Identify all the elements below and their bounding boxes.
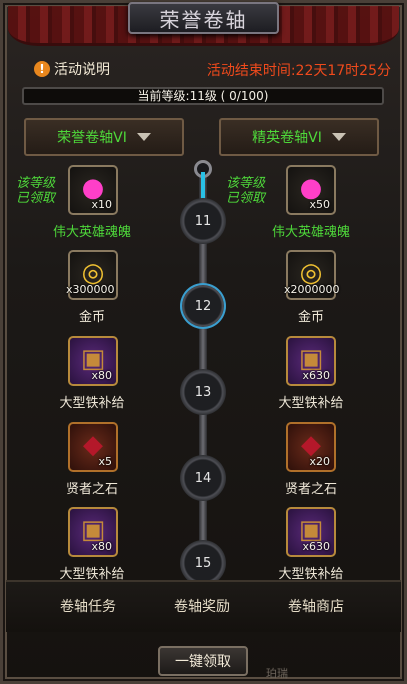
claimed-label: 该等级 已领取 — [16, 176, 56, 206]
reward-quantity: x300000 — [66, 283, 115, 296]
reward-slot[interactable]: ◆ x5 — [68, 422, 118, 472]
reward-name: 伟大英雄魂魄 — [52, 225, 131, 240]
level-progress-text: 当前等级:11级 ( 0/100) — [137, 89, 269, 103]
tab-scroll-shop[interactable]: 卷轴商店 — [288, 596, 344, 616]
claim-all-button[interactable]: 一键领取 — [158, 646, 248, 676]
reward-slot[interactable]: ◆ x20 — [286, 422, 336, 472]
chevron-down-icon — [331, 133, 346, 141]
exclamation-icon: ! — [34, 61, 50, 77]
chevron-down-icon — [136, 133, 151, 141]
reward-name: 大型铁补给 — [278, 396, 344, 411]
right-scroll-dropdown[interactable]: 精英卷轴VI — [219, 118, 379, 156]
reward-name: 大型铁补给 — [59, 396, 125, 411]
reward-quantity: x80 — [91, 369, 112, 382]
reward-slot[interactable]: ◎ x2000000 — [284, 250, 340, 300]
left-scroll-dropdown[interactable]: 荣誉卷轴VI — [24, 118, 184, 156]
reward-quantity: x5 — [98, 455, 112, 468]
reward-name: 伟大英雄魂魄 — [271, 225, 350, 240]
reward-quantity: x50 — [309, 198, 330, 211]
watermark: 珀瑞 — [266, 667, 288, 680]
reward-slot[interactable]: ▣ x630 — [286, 336, 336, 386]
level-node: 14 — [180, 455, 226, 501]
activity-help-label: 活动说明 — [54, 62, 110, 78]
reward-slot[interactable]: ▣ x80 — [68, 507, 118, 557]
reward-slot[interactable]: ● x50 — [286, 165, 336, 215]
reward-quantity: x630 — [302, 540, 330, 553]
reward-quantity: x2000000 — [284, 283, 340, 296]
event-countdown: 活动结束时间:22天17时25分 — [206, 63, 391, 79]
level-number: 15 — [194, 555, 212, 571]
reward-slot[interactable]: ◎ x300000 — [66, 250, 118, 300]
level-node: 11 — [180, 198, 226, 244]
level-node: 12 — [180, 283, 226, 329]
level-number: 13 — [194, 384, 212, 400]
level-progress-bar: 当前等级:11级 ( 0/100) — [22, 87, 384, 105]
window-title: 荣誉卷轴 — [159, 7, 248, 32]
reward-name: 贤者之石 — [284, 482, 337, 497]
reward-name: 贤者之石 — [65, 482, 118, 497]
right-scroll-label: 精英卷轴VI — [252, 130, 322, 146]
activity-help-button[interactable]: ! 活动说明 — [34, 59, 110, 79]
reward-slot[interactable]: ▣ x80 — [68, 336, 118, 386]
reward-name: 金币 — [297, 310, 324, 325]
reward-quantity: x20 — [309, 455, 330, 468]
reward-slot[interactable]: ● x10 — [68, 165, 118, 215]
level-number: 12 — [194, 298, 212, 314]
reward-name: 金币 — [78, 310, 105, 325]
title-plate: 荣誉卷轴 — [128, 2, 279, 34]
tab-scroll-rewards[interactable]: 卷轴奖励 — [174, 596, 230, 616]
left-scroll-label: 荣誉卷轴VI — [57, 130, 127, 146]
claimed-label: 该等级 已领取 — [226, 176, 266, 206]
reward-quantity: x630 — [302, 369, 330, 382]
tab-scroll-tasks[interactable]: 卷轴任务 — [60, 596, 116, 616]
reward-quantity: x10 — [91, 198, 112, 211]
reward-quantity: x80 — [91, 540, 112, 553]
level-number: 14 — [194, 470, 212, 486]
level-node: 13 — [180, 369, 226, 415]
level-number: 11 — [194, 213, 212, 229]
reward-slot[interactable]: ▣ x630 — [286, 507, 336, 557]
